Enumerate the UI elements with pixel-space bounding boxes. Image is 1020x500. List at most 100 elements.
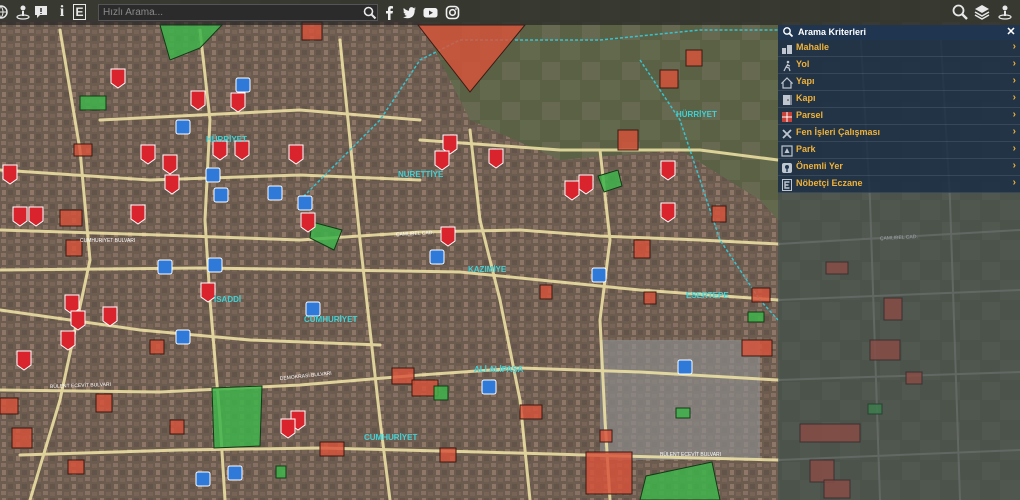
parcel [11, 427, 33, 449]
poi-marker-icon [207, 257, 223, 273]
street-label: CUMHURİYET BULVARI [80, 237, 135, 244]
parcel [519, 404, 543, 420]
pharmacy-icon [781, 178, 793, 191]
neighborhood-label: HÜRRİYET [206, 135, 247, 144]
neighborhood-label: CUMHURİYET [304, 315, 357, 324]
poi-marker-icon [297, 195, 313, 211]
poi-marker-icon [591, 267, 607, 283]
poi-marker-icon [227, 465, 243, 481]
park [79, 95, 107, 111]
layers-icon[interactable] [973, 3, 991, 21]
poi-marker-icon [205, 167, 221, 183]
neighborhood-label: HÜRRİYET [676, 110, 717, 119]
criteria-item-park[interactable]: Park › [778, 142, 1020, 159]
criteria-label: Kapı [796, 93, 816, 103]
tools-icon [781, 127, 793, 139]
poi-marker-icon [157, 259, 173, 275]
chevron-right-icon: › [1012, 58, 1016, 69]
criteria-label: Yol [796, 59, 810, 69]
parcel [599, 429, 613, 443]
poi-marker-icon [175, 119, 191, 135]
poi-marker-icon [677, 359, 693, 375]
search-criteria-panel: Arama Kriterleri ✕ Mahalle › Yol › Yapı … [778, 25, 1020, 500]
neighborhood-label: NURETTİYE [398, 170, 444, 179]
industrial-area [600, 340, 760, 460]
criteria-label: Mahalle [796, 42, 830, 52]
criteria-item-fen-isleri[interactable]: Fen İşleri Çalışması › [778, 125, 1020, 142]
chevron-right-icon: › [1012, 126, 1016, 137]
criteria-item-yol[interactable]: Yol › [778, 57, 1020, 74]
parcel [67, 459, 85, 475]
parcel [751, 287, 771, 303]
poi-marker-icon [213, 187, 229, 203]
parcel [391, 367, 415, 385]
poi-marker-icon [429, 249, 445, 265]
search-icon[interactable] [362, 5, 378, 20]
panel-title: Arama Kriterleri [798, 27, 867, 37]
close-icon[interactable]: ✕ [1005, 25, 1017, 40]
neighborhood-icon [781, 42, 793, 54]
location-pin-icon[interactable] [996, 3, 1014, 21]
poi-marker-icon [175, 329, 191, 345]
parcel-icon [781, 110, 793, 122]
poi-marker-icon [195, 471, 211, 487]
criteria-label: Yapı [796, 76, 815, 86]
quick-search-input[interactable] [98, 4, 378, 21]
criteria-item-mahalle[interactable]: Mahalle › [778, 40, 1020, 57]
instagram-icon[interactable] [445, 5, 460, 20]
chevron-right-icon: › [1012, 160, 1016, 171]
parcel [319, 441, 345, 457]
search-zoom-icon[interactable] [951, 3, 969, 21]
panel-header: Arama Kriterleri ✕ [778, 25, 1020, 40]
chevron-right-icon: › [1012, 41, 1016, 52]
parcel [539, 284, 553, 300]
neighborhood-label: İSADDİ [214, 295, 241, 304]
info-icon[interactable]: i [53, 3, 71, 21]
house-icon [780, 76, 794, 89]
criteria-item-parsel[interactable]: Parsel › [778, 108, 1020, 125]
criteria-item-onemli-yer[interactable]: Önemli Yer › [778, 159, 1020, 176]
park [275, 465, 287, 479]
parcel [617, 129, 639, 151]
criteria-item-yapi[interactable]: Yapı › [778, 74, 1020, 91]
walker-icon [781, 59, 793, 72]
criteria-label: Nöbetçi Eczane [796, 178, 863, 188]
door-icon [781, 93, 793, 105]
pharmacy-e-icon[interactable]: E [73, 4, 86, 20]
poi-marker-icon [305, 301, 321, 317]
facebook-icon[interactable] [382, 5, 397, 20]
parcel [169, 419, 185, 435]
parcel [585, 451, 633, 495]
park [211, 385, 263, 449]
parcel [149, 339, 165, 355]
poi-marker-icon [235, 77, 251, 93]
important-place-icon [781, 161, 793, 173]
chevron-right-icon: › [1012, 109, 1016, 120]
youtube-icon[interactable] [423, 5, 438, 20]
park [747, 311, 765, 323]
parcel [439, 447, 457, 463]
criteria-label: Parsel [796, 110, 824, 120]
parcel [95, 393, 113, 413]
poi-marker-icon [267, 185, 283, 201]
twitter-icon[interactable] [402, 5, 417, 20]
park [675, 407, 691, 419]
park-icon [781, 144, 793, 157]
globe-icon[interactable] [0, 3, 10, 21]
criteria-item-nobetci-eczane[interactable]: Nöbetçi Eczane › [778, 176, 1020, 193]
location-pin-icon[interactable] [14, 3, 32, 21]
parcel [633, 239, 651, 259]
neighborhood-label: ESERTEPE [686, 291, 729, 300]
criteria-item-kapi[interactable]: Kapı › [778, 91, 1020, 108]
parcel [659, 69, 679, 89]
parcel [741, 339, 773, 357]
comment-icon[interactable] [32, 3, 50, 21]
top-toolbar: i E [0, 0, 1020, 25]
chevron-right-icon: › [1012, 177, 1016, 188]
neighborhood-label: KAZIMİYE [468, 265, 507, 274]
parcel [0, 397, 19, 415]
parcel [643, 291, 657, 305]
criteria-label: Park [796, 144, 816, 154]
criteria-label: Fen İşleri Çalışması [796, 127, 881, 137]
parcel [685, 49, 703, 67]
